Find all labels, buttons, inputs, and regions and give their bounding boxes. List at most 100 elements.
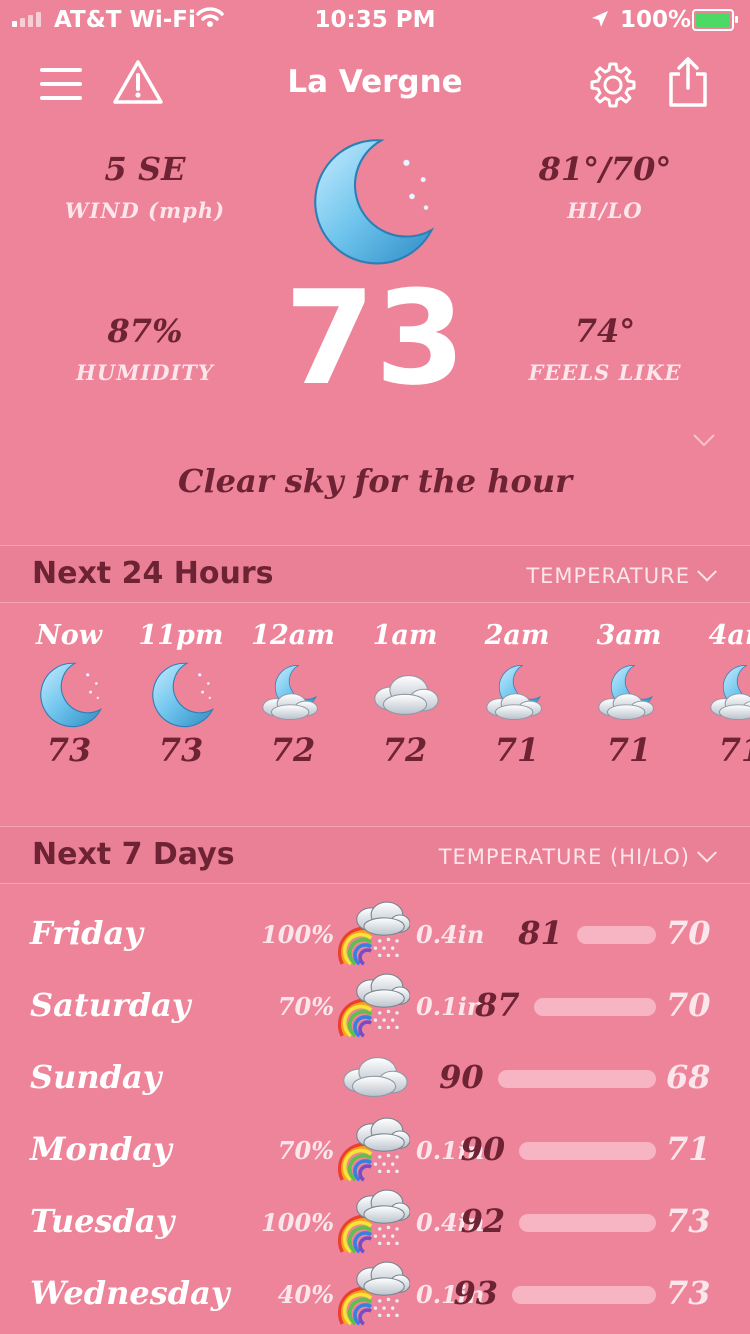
share-icon[interactable] [666, 56, 710, 112]
hour-temperature: 71 [606, 731, 652, 769]
battery-percent: 100% [620, 7, 692, 33]
moon-cloud-icon [593, 659, 665, 731]
day-low: 70 [666, 986, 711, 1024]
hour-label: 12am [251, 620, 335, 651]
feels-like-label: FEELS LIKE [528, 360, 682, 385]
hour-item: 2am 71 [461, 620, 573, 769]
daily-title: Next 7 Days [32, 837, 235, 872]
temperature-range-bar [519, 1214, 656, 1232]
temperature-range-bar [497, 1070, 656, 1088]
hourly-forecast[interactable]: Now 73 11pm 73 12am 72 1am 72 2am 71 3am 71 4am 71 [13, 620, 750, 800]
day-row[interactable]: Sunday 90 68 [0, 1044, 750, 1116]
current-temperature: 73 [284, 262, 466, 414]
daily-selector-label: TEMPERATURE (HI/LO) [438, 845, 690, 869]
day-row[interactable]: Monday 70% 0.1in 90 71 [0, 1116, 750, 1188]
chevron-down-icon [697, 842, 717, 863]
battery-icon [692, 9, 738, 31]
day-high: 87 [475, 986, 520, 1024]
moon-icon [33, 659, 105, 731]
location-arrow-icon [590, 9, 610, 35]
day-low: 70 [666, 914, 711, 952]
day-high: 92 [460, 1202, 506, 1240]
hourly-section-header: Next 24 Hours TEMPERATURE [0, 545, 750, 603]
wind-label: WIND (mph) [64, 198, 226, 223]
hour-label: 3am [596, 620, 662, 651]
temperature-range-bar [533, 998, 656, 1016]
hour-temperature: 71 [718, 731, 750, 769]
hour-item: 11pm 73 [125, 620, 237, 769]
day-high: 90 [439, 1058, 484, 1096]
moon-icon [300, 132, 440, 276]
hour-temperature: 72 [270, 731, 316, 769]
precip-chance: 100% [261, 920, 334, 949]
daily-selector[interactable]: TEMPERATURE (HI/LO) [438, 842, 717, 869]
humidity-label: HUMIDITY [76, 360, 214, 385]
moon-icon [145, 659, 217, 731]
hour-temperature: 73 [46, 731, 92, 769]
temperature-range-bar [576, 926, 656, 944]
day-row[interactable]: Tuesday 100% 0.4in 92 73 [0, 1188, 750, 1260]
precip-chance: 70% [277, 1136, 334, 1165]
hour-label: 4am [708, 620, 750, 651]
hour-item: 4am 71 [685, 620, 750, 769]
humidity-value: 87% [107, 312, 183, 350]
hour-item: 1am 72 [349, 620, 461, 769]
gear-icon[interactable] [588, 60, 638, 114]
day-low: 73 [666, 1202, 711, 1240]
rain-rainbow-icon [338, 1188, 410, 1258]
hour-temperature: 73 [158, 731, 204, 769]
hour-label: Now [36, 620, 102, 651]
day-name: Wednesday [30, 1274, 230, 1312]
day-low: 73 [666, 1274, 711, 1312]
hourly-selector[interactable]: TEMPERATURE [526, 561, 717, 588]
chevron-down-icon[interactable] [692, 432, 716, 452]
rain-rainbow-icon [338, 1116, 410, 1186]
day-high: 81 [518, 914, 563, 952]
rain-rainbow-icon [338, 900, 410, 970]
hour-item: 3am 71 [573, 620, 685, 769]
hourly-title: Next 24 Hours [32, 556, 274, 591]
hourly-selector-label: TEMPERATURE [526, 564, 690, 588]
day-low: 68 [666, 1058, 711, 1096]
daily-section-header: Next 7 Days TEMPERATURE (HI/LO) [0, 826, 750, 884]
day-row[interactable]: Wednesday 40% 0.1in 93 73 [0, 1260, 750, 1332]
precip-amount: 0.4in [416, 920, 485, 949]
hilo-label: HI/LO [567, 198, 643, 223]
day-name: Tuesday [30, 1202, 175, 1240]
moon-cloud-icon [257, 659, 329, 731]
day-high: 93 [453, 1274, 498, 1312]
rain-rainbow-icon [338, 972, 410, 1042]
hour-temperature: 71 [494, 731, 540, 769]
wind-value: 5 SE [104, 150, 186, 188]
hour-temperature: 72 [382, 731, 428, 769]
day-name: Monday [30, 1130, 172, 1168]
hour-item: 12am 72 [237, 620, 349, 769]
rain-rainbow-icon [338, 1260, 410, 1330]
hour-label: 2am [484, 620, 550, 651]
precip-chance: 70% [277, 992, 334, 1021]
day-row[interactable]: Saturday 70% 0.1in 87 70 [0, 972, 750, 1044]
day-name: Friday [30, 914, 143, 952]
day-name: Sunday [30, 1058, 162, 1096]
day-name: Saturday [30, 986, 191, 1024]
hour-label: 11pm [138, 620, 224, 651]
hilo-value: 81°/70° [538, 150, 672, 188]
daily-forecast: Friday 100% 0.4in 81 70 Saturday 70% 0.1in 87 70 S… [0, 900, 750, 1334]
hour-item: Now 73 [13, 620, 125, 769]
temperature-range-bar [519, 1142, 656, 1160]
temperature-range-bar [512, 1286, 656, 1304]
hour-summary: Clear sky for the hour [177, 462, 573, 500]
cloud-icon [338, 1044, 410, 1114]
cloud-icon [369, 659, 441, 731]
day-high: 90 [460, 1130, 506, 1168]
chevron-down-icon [697, 561, 717, 582]
day-low: 71 [666, 1130, 711, 1168]
feels-like-value: 74° [574, 312, 636, 350]
precip-chance: 40% [277, 1280, 334, 1309]
day-row[interactable]: Friday 100% 0.4in 81 70 [0, 900, 750, 972]
moon-cloud-icon [705, 659, 750, 731]
precip-chance: 100% [261, 1208, 334, 1237]
hour-label: 1am [372, 620, 438, 651]
moon-cloud-icon [481, 659, 553, 731]
status-bar: AT&T Wi-Fi 10:35 PM 100% [0, 0, 750, 40]
